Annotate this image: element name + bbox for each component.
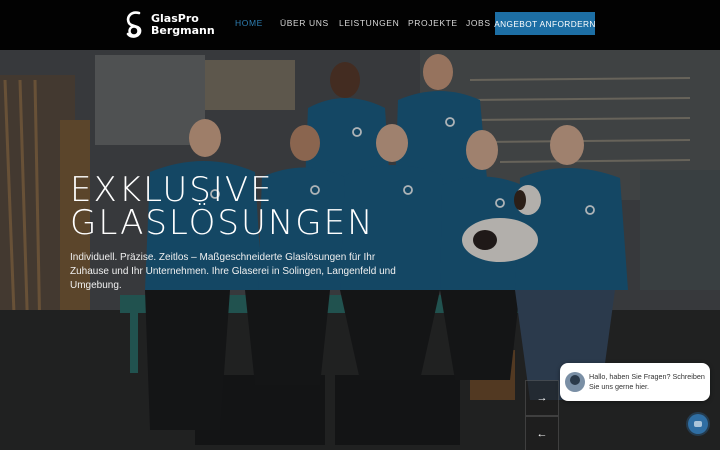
- site-header: GlasPro Bergmann HOME ÜBER UNS LEISTUNGE…: [0, 0, 720, 50]
- nav-item-home[interactable]: HOME: [235, 18, 263, 28]
- chat-open-button[interactable]: [688, 414, 708, 434]
- arrow-left-icon: ←: [536, 428, 548, 440]
- chat-prompt-bubble[interactable]: Hallo, haben Sie Fragen? Schreiben Sie u…: [560, 363, 710, 401]
- hero-title: EXKLUSIVE GLASLÖSUNGEN: [70, 173, 375, 243]
- arrow-right-icon: →: [536, 392, 548, 404]
- chat-prompt-text: Hallo, haben Sie Fragen? Schreiben Sie u…: [589, 372, 705, 391]
- request-quote-button[interactable]: ANGEBOT ANFORDERN: [494, 12, 595, 35]
- brand-logo[interactable]: GlasPro Bergmann: [123, 8, 231, 42]
- brand-name-line2: Bergmann: [151, 24, 215, 37]
- hero-subtitle: Individuell. Präzise. Zeitlos – Maßgesch…: [70, 252, 396, 291]
- logo-icon: [126, 11, 142, 38]
- nav-item-leistungen[interactable]: LEISTUNGEN: [339, 18, 399, 28]
- nav-item-ueber-uns[interactable]: ÜBER UNS: [280, 18, 329, 28]
- chat-agent-avatar: [565, 372, 585, 392]
- nav-item-jobs[interactable]: JOBS: [466, 18, 491, 28]
- hero-title-line2: GLASLÖSUNGEN: [70, 203, 375, 243]
- slider-next-button[interactable]: →: [525, 380, 559, 416]
- nav-item-projekte[interactable]: PROJEKTE: [408, 18, 458, 28]
- slider-prev-button[interactable]: ←: [525, 416, 559, 450]
